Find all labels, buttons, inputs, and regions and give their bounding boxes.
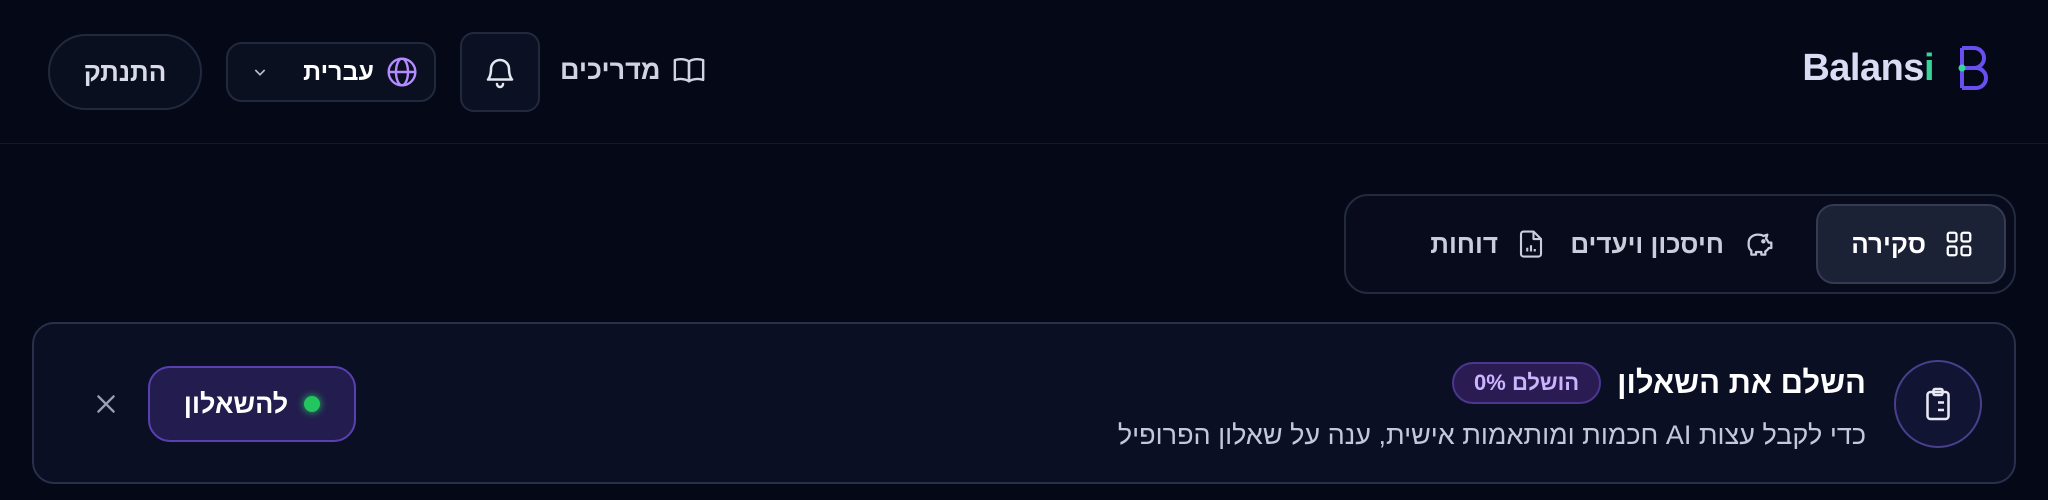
tab-label: דוחות: [1430, 228, 1498, 259]
banner-title-row: השלם את השאלון הושלם 0%: [1452, 360, 1866, 406]
notifications-button[interactable]: [460, 32, 540, 112]
banner-title: השלם את השאלון: [1617, 365, 1866, 400]
tab-label: סקירה: [1851, 228, 1926, 259]
cta-label: להשאלון: [183, 388, 289, 419]
brand-logo[interactable]: Balansi: [1802, 40, 1994, 96]
brand-mark-icon: [1958, 46, 1988, 90]
language-select[interactable]: עברית: [226, 42, 436, 102]
completion-badge: הושלם 0%: [1452, 362, 1602, 404]
guides-link[interactable]: מדריכים: [560, 40, 706, 100]
tab-reports[interactable]: דוחות: [1366, 204, 1566, 284]
report-icon: [1516, 228, 1546, 260]
piggy-bank-icon: [1742, 228, 1774, 260]
bell-icon: [482, 54, 518, 90]
guides-label: מדריכים: [560, 54, 661, 85]
chevron-down-icon: [252, 64, 268, 80]
close-icon[interactable]: [82, 380, 130, 428]
language-selected-value: עברית: [303, 57, 374, 86]
top-header: Balansi התנתק עברית מדריכים: [0, 0, 2048, 144]
tab-label: חיסכון ויעדים: [1570, 228, 1724, 259]
go-to-questionnaire-button[interactable]: להשאלון: [148, 366, 356, 442]
globe-icon: [386, 56, 418, 88]
questionnaire-banner: השלם את השאלון הושלם 0% כדי לקבל עצות AI…: [32, 322, 2016, 484]
tab-overview[interactable]: סקירה: [1816, 204, 2006, 284]
banner-subtitle: כדי לקבל עצות AI חכמות ומותאמות אישית, ע…: [1117, 419, 1866, 450]
brand-name: Balansi: [1802, 46, 1934, 89]
main-tabs: סקירה חיסכון ויעדים דוחות: [1344, 194, 2016, 294]
grid-icon: [1944, 229, 1974, 259]
tab-savings-goals[interactable]: חיסכון ויעדים: [1566, 204, 1796, 284]
status-dot: [304, 396, 321, 412]
logout-button[interactable]: התנתק: [48, 34, 202, 110]
book-open-icon: [672, 53, 706, 87]
clipboard-icon: [1894, 360, 1982, 448]
